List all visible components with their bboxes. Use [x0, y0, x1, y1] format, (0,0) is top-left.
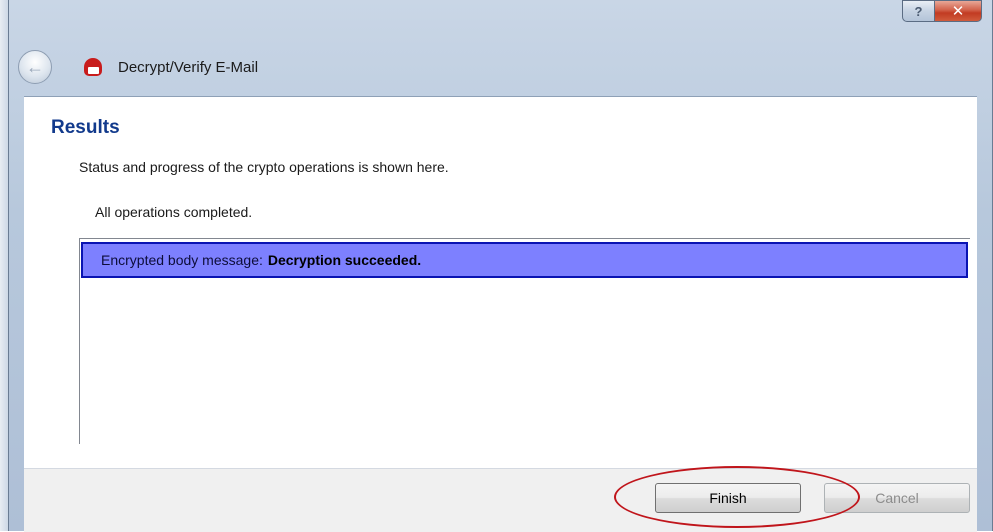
result-label: Encrypted body message: [101, 252, 263, 268]
finish-button-label: Finish [709, 490, 747, 506]
back-button[interactable]: ← [18, 50, 52, 84]
result-row[interactable]: Encrypted body message: Decryption succe… [81, 242, 968, 278]
back-arrow-icon: ← [26, 56, 44, 77]
operations-status: All operations completed. [95, 204, 253, 220]
app-icon-envelope [88, 67, 99, 74]
results-list[interactable]: Encrypted body message: Decryption succe… [79, 238, 970, 444]
caption-buttons: ? ✕ [902, 0, 982, 22]
close-icon: ✕ [951, 3, 965, 20]
window-title: Decrypt/Verify E-Mail [118, 58, 259, 76]
finish-button[interactable]: Finish [655, 483, 801, 513]
left-window-frame [0, 0, 8, 531]
kleopatra-app-icon [82, 58, 104, 76]
wizard-header: ← Decrypt/Verify E-Mail [18, 48, 258, 86]
close-button[interactable]: ✕ [934, 0, 982, 22]
page-subtitle: Status and progress of the crypto operat… [79, 159, 449, 175]
help-button[interactable]: ? [902, 0, 934, 22]
page-title: Results [51, 117, 120, 138]
result-value: Decryption succeeded. [267, 252, 422, 268]
help-icon: ? [914, 3, 923, 19]
cancel-button-label: Cancel [875, 490, 919, 506]
cancel-button[interactable]: Cancel [824, 483, 970, 513]
